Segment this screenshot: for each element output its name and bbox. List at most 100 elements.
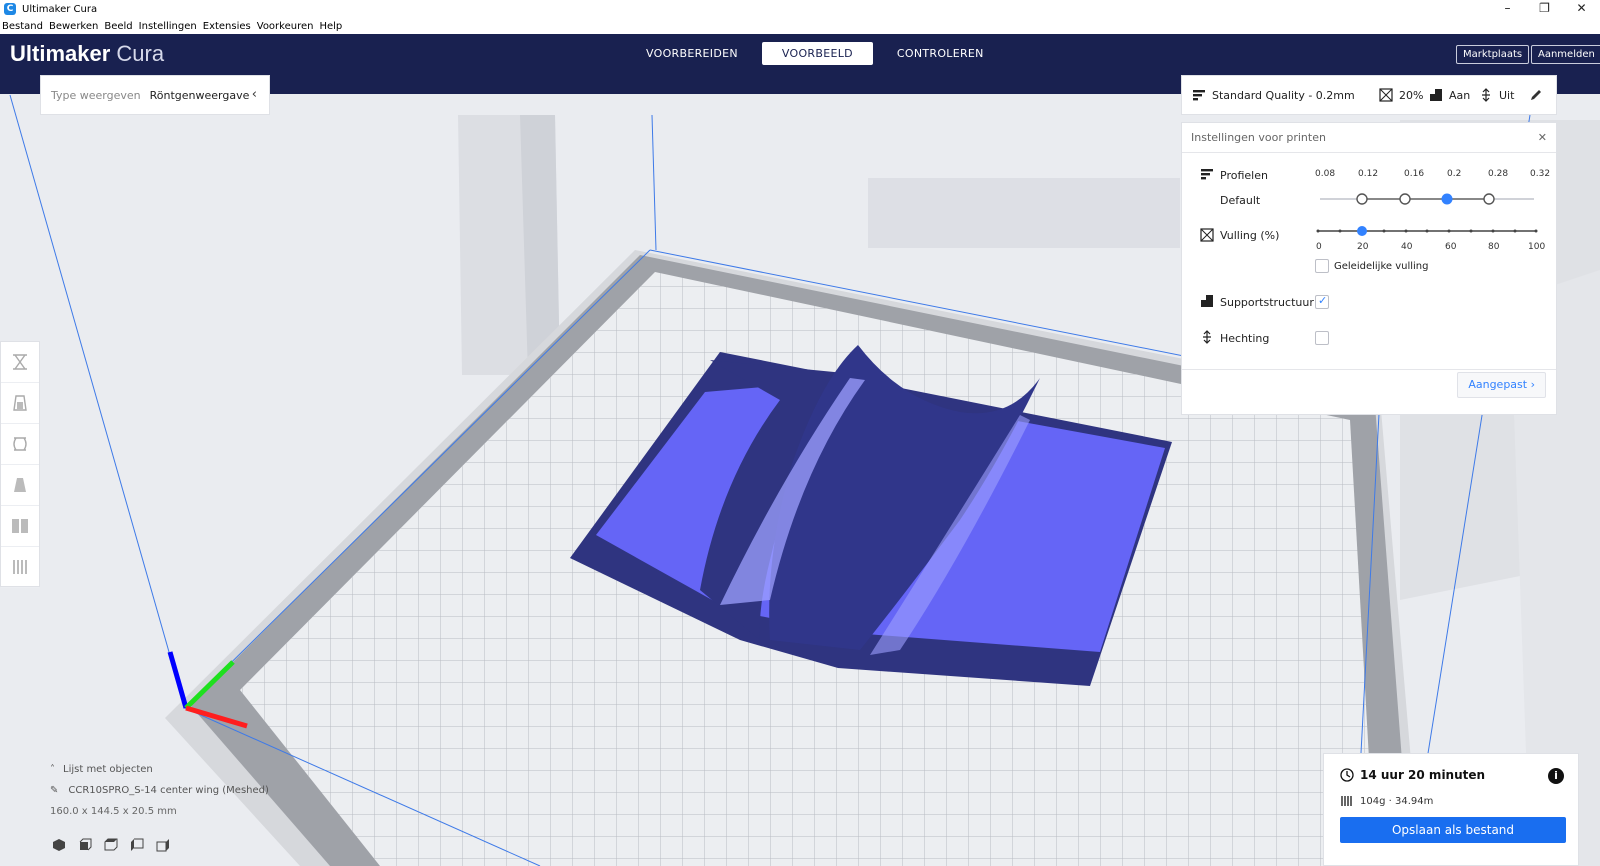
- material-text: 104g · 34.94m: [1360, 795, 1434, 807]
- spool-icon: [1341, 796, 1352, 806]
- print-estimate-panel: 14 uur 20 minuten i 104g · 34.94m Opslaa…: [1323, 753, 1579, 866]
- mirror-icon: [14, 478, 26, 492]
- camera-view-buttons: [52, 838, 170, 852]
- per-model-settings-icon: [12, 519, 28, 533]
- move-icon: [13, 354, 27, 370]
- view-top-icon[interactable]: [104, 838, 118, 852]
- brand-product: Cura: [116, 41, 165, 66]
- infill-tick-label: 60: [1445, 242, 1457, 252]
- print-time: 14 uur 20 minuten: [1340, 768, 1485, 782]
- infill-icon: [1200, 228, 1214, 242]
- quality-profile-text: Standard Quality - 0.2mm: [1212, 88, 1355, 102]
- object-list-toggle[interactable]: ˄ Lijst met objecten: [50, 764, 310, 775]
- tool-panel: [0, 341, 40, 588]
- support-icon: [1201, 295, 1213, 307]
- support-blocker-button[interactable]: [1, 547, 39, 588]
- mirror-tool-button[interactable]: [1, 465, 39, 506]
- menu-extensies[interactable]: Extensies: [203, 21, 251, 32]
- gradual-infill-checkbox[interactable]: [1315, 259, 1329, 273]
- per-model-settings-button[interactable]: [1, 506, 39, 547]
- support-label: Supportstructuur: [1220, 296, 1314, 309]
- infill-icon: [1379, 88, 1393, 102]
- layer-height-label: 0.12: [1358, 169, 1379, 179]
- window-titlebar: C Ultimaker Cura – ❐ ✕: [0, 0, 1600, 18]
- move-tool-button[interactable]: [1, 342, 39, 383]
- object-dimensions: 160.0 x 144.5 x 20.5 mm: [50, 806, 177, 817]
- object-name-row[interactable]: ✎ CCR10SPRO_S-14 center wing (Meshed): [50, 785, 310, 796]
- layer-height-label: 0.08: [1315, 169, 1336, 179]
- chevron-right-icon: ›: [1530, 378, 1535, 391]
- adhesion-icon: [1482, 88, 1490, 102]
- layer-height-slider[interactable]: [1312, 191, 1542, 207]
- menu-beeld[interactable]: Beeld: [104, 21, 132, 32]
- profile-default-label: Default: [1220, 194, 1261, 207]
- profile-icon: [1193, 90, 1205, 101]
- adhesion-summary: Uit: [1499, 88, 1515, 102]
- layer-height-label: 0.2: [1447, 169, 1462, 179]
- view-right-icon[interactable]: [156, 838, 170, 852]
- cura-app-icon: C: [4, 3, 16, 15]
- layer-height-label: 0.32: [1530, 169, 1551, 179]
- stage-tabs: VOORBEREIDEN VOORBEELD CONTROLEREN: [626, 42, 1004, 65]
- object-list-label: Lijst met objecten: [63, 764, 153, 775]
- support-icon: [1430, 89, 1442, 101]
- view-3d-icon[interactable]: [52, 838, 66, 852]
- clock-icon: [1340, 768, 1354, 782]
- tab-preview[interactable]: VOORBEELD: [761, 42, 873, 65]
- material-estimate: 104g · 34.94m: [1340, 794, 1433, 808]
- tab-monitor[interactable]: CONTROLEREN: [877, 42, 1004, 65]
- rotate-icon: [13, 437, 27, 451]
- infill-tick-label: 20: [1357, 242, 1369, 252]
- minimize-button[interactable]: –: [1489, 0, 1526, 18]
- menu-help[interactable]: Help: [319, 21, 342, 32]
- chevron-up-icon: ˄: [50, 764, 55, 775]
- menu-bar: Bestand Bewerken Beeld Instellingen Exte…: [0, 18, 1600, 34]
- object-name: CCR10SPRO_S-14 center wing (Meshed): [68, 785, 269, 796]
- scale-tool-button[interactable]: [1, 383, 39, 424]
- menu-bewerken[interactable]: Bewerken: [49, 21, 98, 32]
- brand-logo: Ultimaker Cura: [10, 41, 164, 67]
- close-icon[interactable]: ✕: [1538, 131, 1547, 144]
- infill-tick-label: 0: [1316, 242, 1322, 252]
- gradual-infill-label: Geleidelijke vulling: [1334, 261, 1429, 272]
- view-type-value: Röntgenweergave: [149, 88, 250, 102]
- adhesion-label: Hechting: [1220, 332, 1270, 345]
- marketplace-button[interactable]: Marktplaats: [1456, 45, 1530, 64]
- custom-settings-button[interactable]: Aangepast ›: [1457, 372, 1546, 398]
- info-icon[interactable]: i: [1548, 768, 1564, 784]
- restore-button[interactable]: ❐: [1526, 0, 1563, 18]
- view-front-icon[interactable]: [78, 838, 92, 852]
- menu-instellingen[interactable]: Instellingen: [139, 21, 197, 32]
- print-setup-summary[interactable]: Standard Quality - 0.2mm 20% Aan Uit: [1181, 75, 1557, 115]
- profiles-label: Profielen: [1220, 169, 1268, 182]
- view-type-selector[interactable]: Type weergeven Röntgenweergave ‹: [40, 75, 270, 115]
- tab-prepare[interactable]: VOORBEREIDEN: [626, 42, 758, 65]
- print-settings-title: Instellingen voor printen: [1191, 131, 1326, 144]
- close-window-button[interactable]: ✕: [1563, 0, 1600, 18]
- infill-slider[interactable]: [1312, 223, 1542, 239]
- save-to-file-button[interactable]: Opslaan als bestand: [1340, 817, 1566, 843]
- pencil-icon[interactable]: [1529, 88, 1543, 102]
- menu-voorkeuren[interactable]: Voorkeuren: [257, 21, 314, 32]
- menu-bestand[interactable]: Bestand: [2, 21, 43, 32]
- window-title: Ultimaker Cura: [22, 3, 98, 15]
- adhesion-icon: [1203, 330, 1211, 344]
- pencil-icon: ✎: [50, 785, 59, 796]
- infill-summary: 20%: [1399, 88, 1424, 102]
- infill-tick-label: 40: [1401, 242, 1413, 252]
- view-type-label: Type weergeven: [51, 88, 141, 102]
- layer-height-label: 0.28: [1488, 169, 1509, 179]
- layer-height-label: 0.16: [1404, 169, 1425, 179]
- adhesion-checkbox[interactable]: [1315, 331, 1329, 345]
- brand-name: Ultimaker: [10, 41, 111, 66]
- profile-icon: [1201, 169, 1213, 180]
- signin-button[interactable]: Aanmelden: [1531, 45, 1600, 64]
- print-time-text: 14 uur 20 minuten: [1360, 768, 1486, 782]
- view-left-icon[interactable]: [130, 838, 144, 852]
- support-checkbox[interactable]: [1315, 294, 1329, 309]
- rotate-tool-button[interactable]: [1, 424, 39, 465]
- object-list: ˄ Lijst met objecten ✎ CCR10SPRO_S-14 cent…: [50, 764, 310, 817]
- infill-tick-label: 80: [1488, 242, 1500, 252]
- print-settings-panel: Instellingen voor printen ✕ Profielen De…: [1181, 122, 1557, 415]
- chevron-left-icon[interactable]: ‹: [252, 87, 257, 102]
